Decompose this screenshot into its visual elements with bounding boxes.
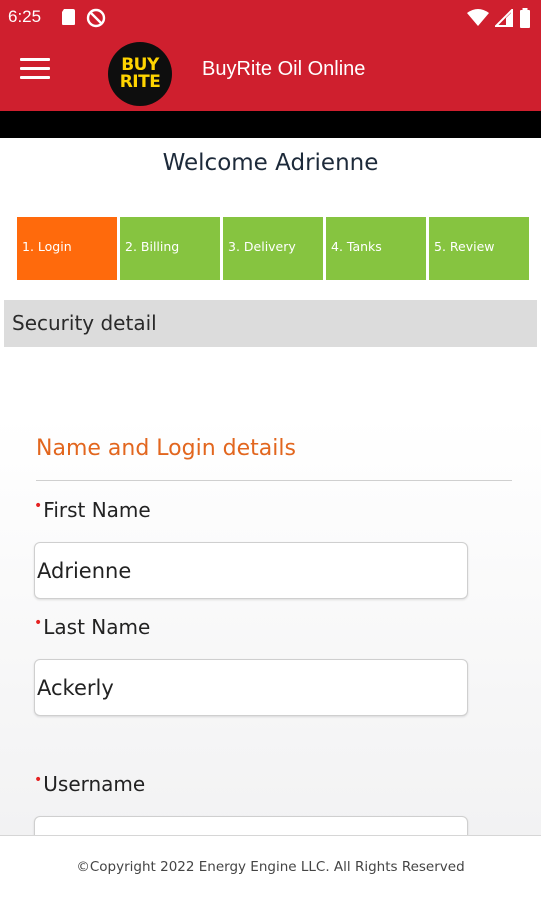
checkout-steps: 1. Login 2. Billing 3. Delivery 4. Tanks… [17,217,529,280]
status-time: 6:25 [8,7,42,26]
wifi-icon [467,9,489,31]
last-name-input[interactable]: Ackerly [34,659,468,716]
step-billing[interactable]: 2. Billing [120,217,220,280]
battery-icon [519,8,531,32]
app-title: BuyRite Oil Online [202,58,366,80]
step-login[interactable]: 1. Login [17,217,117,280]
cell-signal-icon [493,7,513,31]
username-label: •Username [34,772,145,796]
last-name-label: •Last Name [34,615,150,639]
header-divider [0,111,541,138]
form-heading: Name and Login details [36,436,296,461]
step-tanks[interactable]: 4. Tanks [326,217,426,280]
username-label-text: Username [43,772,146,796]
form-divider [36,480,512,481]
first-name-label: •First Name [34,498,151,522]
required-marker: • [34,772,43,788]
first-name-label-text: First Name [43,498,151,522]
step-delivery[interactable]: 3. Delivery [223,217,323,280]
required-marker: • [34,498,43,514]
last-name-label-text: Last Name [43,615,151,639]
required-marker: • [34,615,43,631]
logo-line-2: RITE [119,72,161,92]
hamburger-menu-icon[interactable] [20,58,50,84]
sd-card-icon [60,8,76,32]
first-name-input[interactable]: Adrienne [34,542,468,599]
step-review[interactable]: 5. Review [429,217,529,280]
status-bar: 6:25 [0,0,541,34]
main-content[interactable]: Welcome Adrienne 1. Login 2. Billing 3. … [0,138,541,873]
footer-copyright: ©Copyright 2022 Energy Engine LLC. All R… [0,835,541,900]
buyrite-logo: BUY RITE [108,42,172,106]
do-not-disturb-icon [86,8,106,32]
section-title: Security detail [4,300,537,347]
app-bar: BUY RITE BuyRite Oil Online [0,34,541,111]
welcome-heading: Welcome Adrienne [162,150,379,176]
